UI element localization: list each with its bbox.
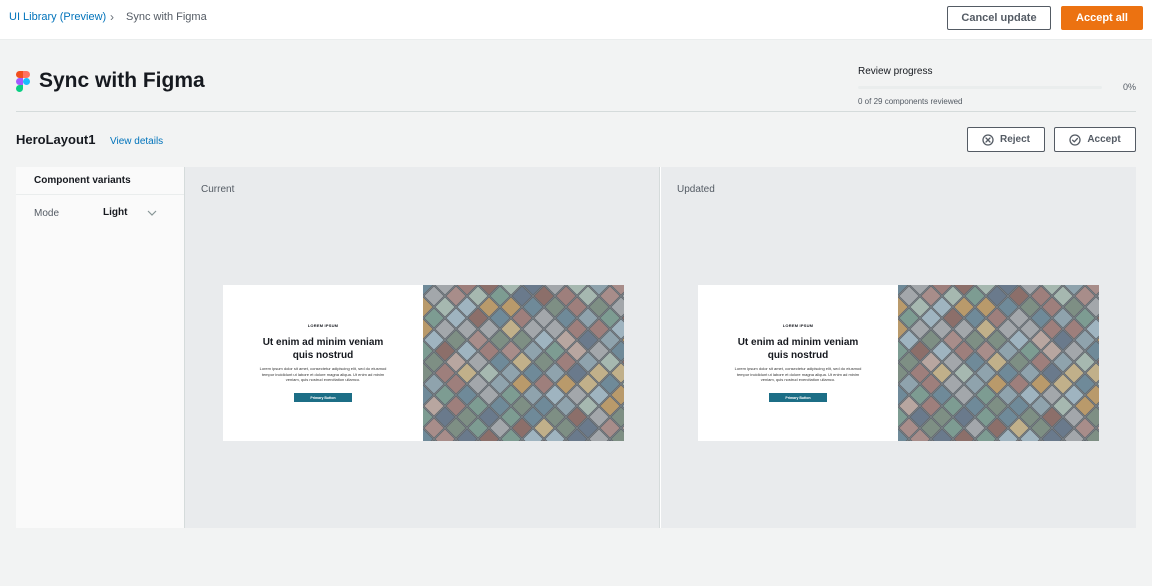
review-progress-count: 0 of 29 components reviewed xyxy=(858,97,963,106)
comparison-panel: Component variants Mode Light Current LO… xyxy=(16,167,1136,528)
view-details-link[interactable]: View details xyxy=(110,136,163,147)
accept-label: Accept xyxy=(1087,134,1121,145)
current-column: Current LOREM IPSUM Ut enim ad minim ven… xyxy=(185,167,660,528)
header-divider xyxy=(16,111,1136,112)
page-title: Sync with Figma xyxy=(39,69,205,92)
hero-text-area: LOREM IPSUM Ut enim ad minim veniam quis… xyxy=(698,285,898,441)
variants-title: Component variants xyxy=(16,167,184,195)
hero-heading: Ut enim ad minim veniam quis nostrud xyxy=(262,337,384,361)
tile-mosaic-image xyxy=(423,285,624,441)
mode-value: Light xyxy=(103,207,128,218)
breadcrumb-chevron-icon: › xyxy=(110,10,114,24)
check-circle-icon xyxy=(1069,133,1081,146)
figma-logo-icon xyxy=(16,71,30,92)
hero-text-area: LOREM IPSUM Ut enim ad minim veniam quis… xyxy=(223,285,423,441)
component-name: HeroLayout1 xyxy=(16,132,96,147)
close-circle-icon xyxy=(982,133,994,146)
mode-label: Mode xyxy=(34,208,60,219)
updated-column: Updated LOREM IPSUM Ut enim ad minim ven… xyxy=(661,167,1136,528)
updated-hero-preview: LOREM IPSUM Ut enim ad minim veniam quis… xyxy=(698,285,1099,441)
chevron-down-icon xyxy=(147,210,157,216)
current-hero-preview: LOREM IPSUM Ut enim ad minim veniam quis… xyxy=(223,285,624,441)
tile-mosaic-image xyxy=(898,285,1099,441)
review-progress-label: Review progress xyxy=(858,66,933,77)
hero-heading: Ut enim ad minim veniam quis nostrud xyxy=(737,337,859,361)
hero-eyebrow: LOREM IPSUM xyxy=(307,323,339,328)
cancel-update-button[interactable]: Cancel update xyxy=(947,6,1051,30)
mode-select[interactable]: Light xyxy=(103,207,173,223)
hero-primary-button: Primary Button xyxy=(769,393,827,402)
top-bar: UI Library (Preview) › Sync with Figma C… xyxy=(0,0,1152,40)
variants-sidebar: Component variants Mode Light xyxy=(16,167,185,528)
updated-label: Updated xyxy=(677,184,715,195)
accept-all-button[interactable]: Accept all xyxy=(1061,6,1143,30)
hero-body: Lorem ipsum dolor sit amet, consectetur … xyxy=(734,366,862,383)
hero-eyebrow: LOREM IPSUM xyxy=(782,323,814,328)
reject-button[interactable]: Reject xyxy=(967,127,1045,152)
review-progress-bar xyxy=(858,86,1102,89)
current-label: Current xyxy=(201,184,235,195)
hero-body: Lorem ipsum dolor sit amet, consectetur … xyxy=(259,366,387,383)
reject-label: Reject xyxy=(999,134,1030,145)
breadcrumb-parent-link[interactable]: UI Library (Preview) xyxy=(9,11,106,23)
review-progress-percent: 0% xyxy=(1122,82,1136,92)
hero-primary-button: Primary Button xyxy=(294,393,352,402)
accept-button[interactable]: Accept xyxy=(1054,127,1136,152)
breadcrumb-current: Sync with Figma xyxy=(126,11,207,23)
